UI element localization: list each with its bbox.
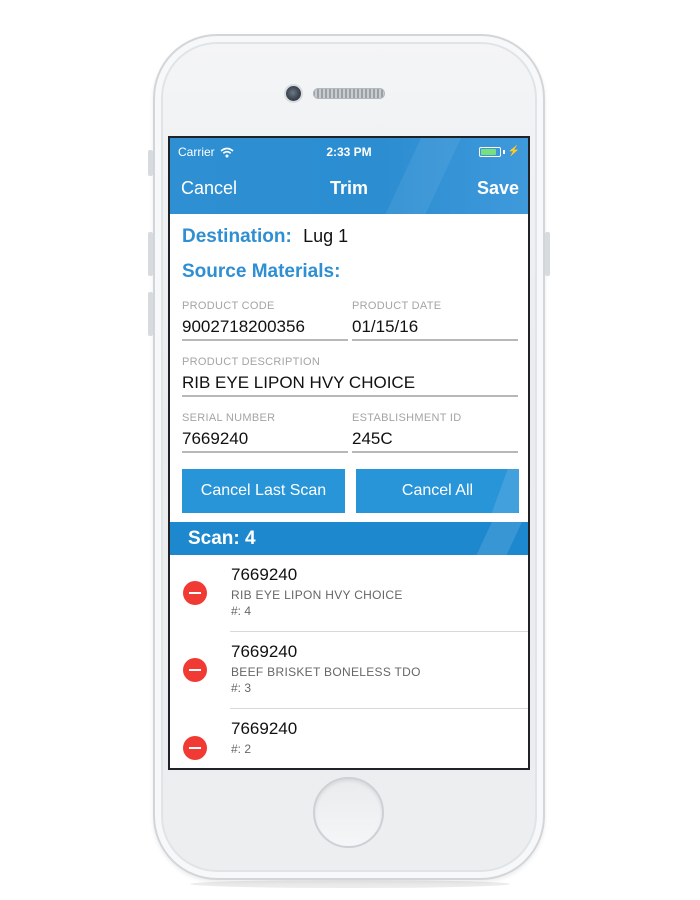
item-description: BEEF BRISKET BONELESS TDO: [231, 665, 421, 679]
power-button: [545, 232, 550, 276]
destination-value: Lug 1: [303, 226, 349, 246]
battery-body: [478, 146, 501, 157]
status-bar: Carrier 2:33 PM ⚡: [170, 138, 528, 164]
product-date-field[interactable]: PRODUCT DATE 01/15/16: [352, 297, 518, 341]
item-count: #: 4: [231, 604, 252, 618]
item-serial: 7669240: [231, 642, 298, 661]
establishment-id-field[interactable]: ESTABLISHMENT ID 245C: [352, 409, 518, 453]
item-serial: 7669240: [231, 719, 298, 738]
destination-label: Destination:: [182, 226, 292, 247]
scan-count-label: Scan: 4: [188, 528, 256, 549]
item-count: #: 2: [231, 742, 252, 756]
front-camera: [286, 86, 301, 101]
source-materials-title: Source Materials:: [182, 261, 341, 282]
scan-count-bar: Scan: 4: [170, 522, 528, 555]
mute-switch: [148, 150, 153, 176]
serial-number-field[interactable]: SERIAL NUMBER 7669240: [182, 409, 348, 453]
item-description: RIB EYE LIPON HVY CHOICE: [231, 588, 403, 602]
battery-icon: ⚡: [478, 146, 520, 157]
list-item[interactable]: 7669240 BEEF BRISKET BONELESS TDO #: 3: [170, 632, 528, 709]
item-count: #: 3: [231, 681, 252, 695]
earpiece-speaker: [313, 88, 385, 99]
volume-down-button: [148, 292, 153, 336]
button-decoration: [488, 469, 519, 513]
remove-icon[interactable]: [183, 736, 207, 760]
destination-row: Destination: Lug 1: [182, 226, 348, 248]
establishment-id-label: ESTABLISHMENT ID: [352, 412, 462, 424]
list-item[interactable]: 7669240 RIB EYE LIPON HVY CHOICE #: 4: [170, 555, 528, 632]
product-date-label: PRODUCT DATE: [352, 300, 442, 312]
remove-icon[interactable]: [183, 658, 207, 682]
home-button[interactable]: [313, 777, 384, 848]
establishment-id-value: 245C: [352, 429, 393, 448]
product-description-value: RIB EYE LIPON HVY CHOICE: [182, 373, 416, 392]
app-screen: Carrier 2:33 PM ⚡ Cancel Trim Save Desti…: [168, 136, 530, 770]
battery-fill: [480, 148, 496, 155]
cancel-all-label: Cancel All: [401, 482, 474, 499]
cancel-button[interactable]: Cancel: [181, 178, 237, 199]
product-date-value: 01/15/16: [352, 317, 419, 336]
list-item[interactable]: 7669240 #: 2: [170, 709, 528, 768]
scan-bar-decoration: [474, 522, 524, 555]
product-code-value: 9002718200356: [182, 317, 305, 336]
item-serial: 7669240: [231, 565, 298, 584]
product-code-label: PRODUCT CODE: [182, 300, 275, 312]
volume-up-button: [148, 232, 153, 276]
save-button[interactable]: Save: [477, 178, 519, 199]
nav-bar: Cancel Trim Save: [170, 172, 528, 206]
charging-bolt-icon: ⚡: [507, 146, 520, 157]
cancel-last-scan-label: Cancel Last Scan: [200, 482, 327, 499]
product-description-field[interactable]: PRODUCT DESCRIPTION RIB EYE LIPON HVY CH…: [182, 353, 518, 397]
cancel-all-button[interactable]: Cancel All: [356, 469, 519, 513]
product-code-field[interactable]: PRODUCT CODE 9002718200356: [182, 297, 348, 341]
cancel-last-scan-button[interactable]: Cancel Last Scan: [182, 469, 345, 513]
phone-shadow: [190, 880, 510, 888]
serial-number-value: 7669240: [182, 429, 249, 448]
remove-icon[interactable]: [183, 581, 207, 605]
battery-tip: [502, 149, 505, 154]
app-header: Carrier 2:33 PM ⚡ Cancel Trim Save: [170, 138, 528, 214]
serial-number-label: SERIAL NUMBER: [182, 412, 276, 424]
product-description-label: PRODUCT DESCRIPTION: [182, 356, 321, 368]
clock: 2:33 PM: [326, 145, 372, 159]
